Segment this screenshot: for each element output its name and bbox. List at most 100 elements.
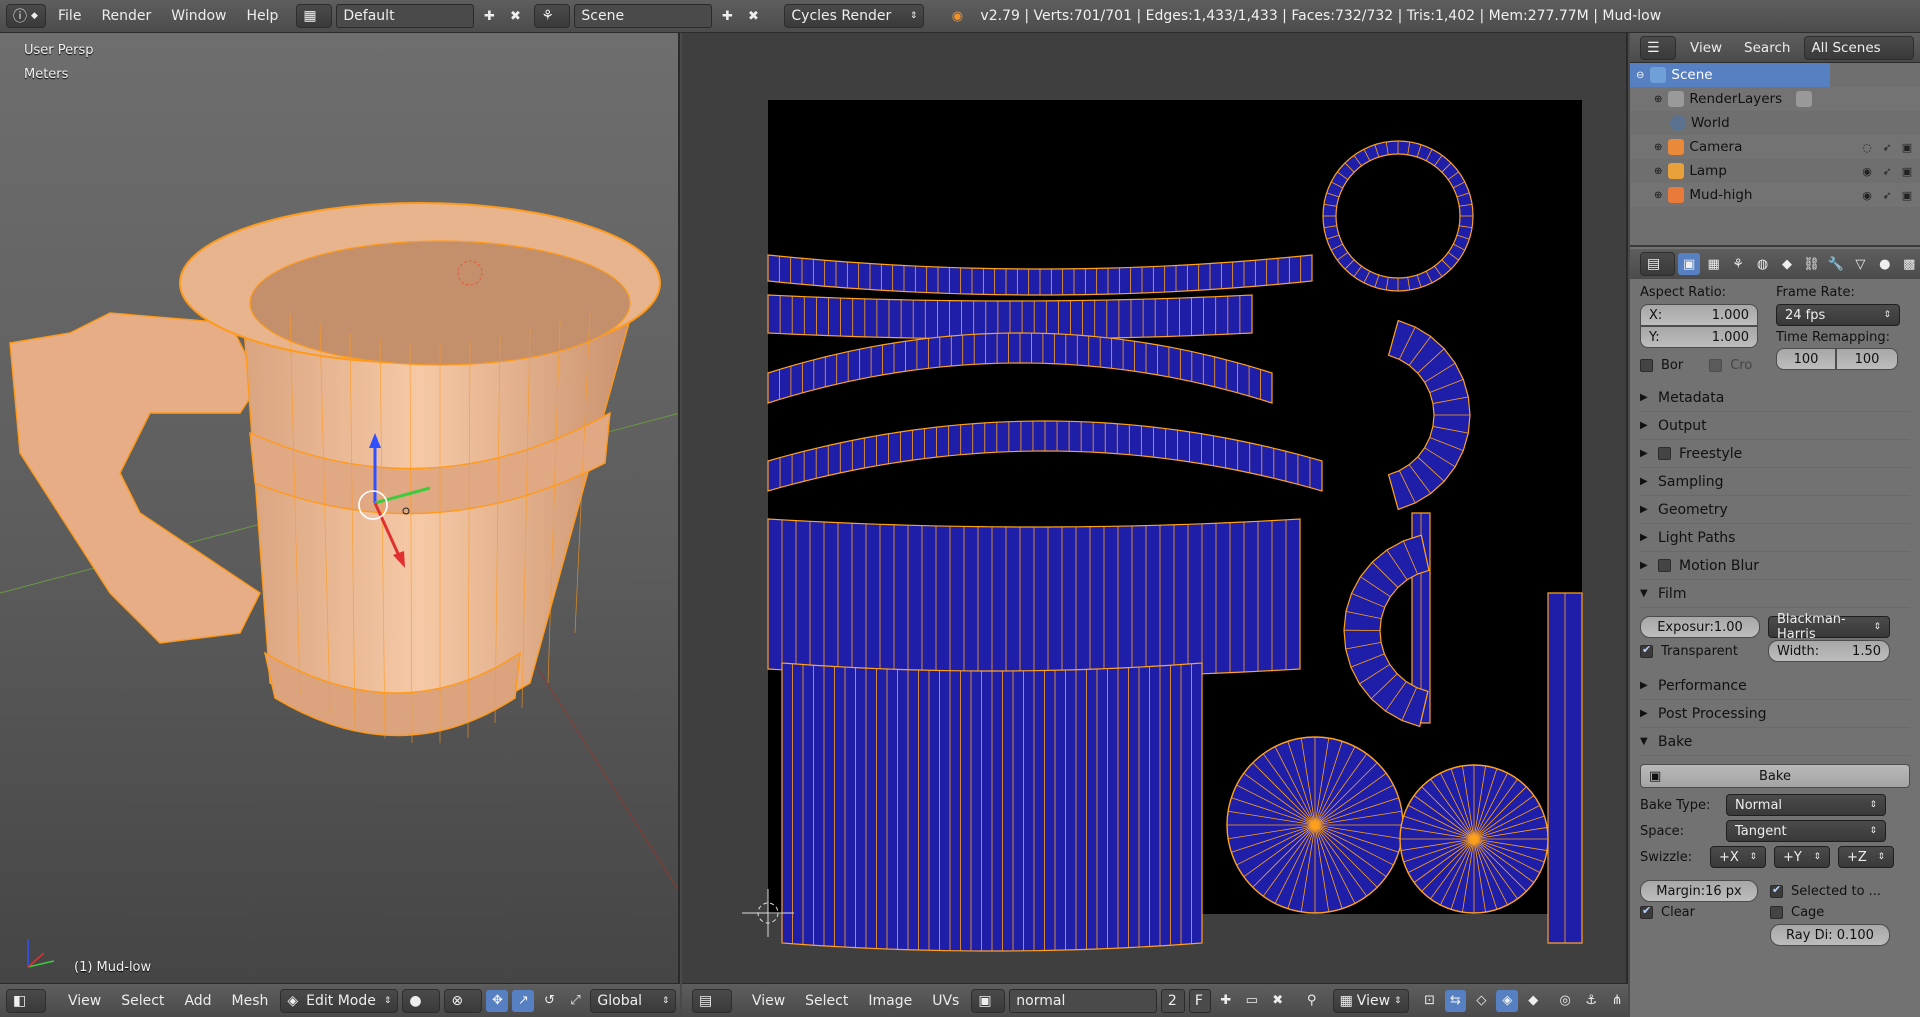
view-mode-dropdown[interactable]: ▦ View ⇕ — [1332, 988, 1409, 1013]
add-scene-icon[interactable]: ✚ — [716, 5, 738, 27]
menu-uvs[interactable]: UVs — [924, 989, 967, 1013]
menu-window[interactable]: Window — [163, 4, 234, 28]
open-image-icon[interactable]: ▭ — [1241, 990, 1263, 1012]
face-select-icon[interactable]: ◆ — [1522, 990, 1544, 1012]
swizzle-z-dropdown[interactable]: +Z ⇕ — [1838, 846, 1894, 868]
selected-to-active-checkbox[interactable] — [1770, 883, 1783, 898]
menu-file[interactable]: File — [50, 4, 89, 28]
uv-image-editor[interactable] — [682, 33, 1628, 983]
delete-scene-icon[interactable]: ✖ — [742, 5, 764, 27]
unlink-image-icon[interactable]: ✖ — [1267, 990, 1289, 1012]
uv-island-strip[interactable] — [767, 294, 1253, 340]
panel-post-processing[interactable]: ▶ Post Processing — [1640, 700, 1910, 728]
panel-metadata[interactable]: ▶ Metadata — [1640, 384, 1910, 412]
ray-distance-field[interactable]: Ray Di: 0.100 — [1770, 924, 1890, 946]
outliner-item-renderlayers[interactable]: ⊕ RenderLayers — [1630, 87, 1920, 111]
visibility-icon[interactable]: ◉ — [1860, 189, 1874, 202]
manipulator-move-icon[interactable]: ↗ — [512, 989, 535, 1012]
menu-select-3d[interactable]: Select — [113, 989, 172, 1013]
filter-width-field[interactable]: Width: 1.50 — [1768, 640, 1890, 662]
uv-island-body[interactable] — [767, 518, 1301, 678]
panel-film[interactable]: ▼ Film — [1640, 580, 1910, 608]
border-checkbox[interactable] — [1640, 358, 1653, 372]
uv-island-disc[interactable] — [1399, 764, 1549, 914]
transparent-checkbox[interactable] — [1640, 643, 1653, 658]
pixel-filter-dropdown[interactable]: Blackman-Harris ⇕ — [1768, 612, 1890, 642]
render-toggle-icon[interactable]: ▣ — [1900, 165, 1914, 178]
outliner-item-lamp[interactable]: ⊕ Lamp ◉ ➶ ▣ — [1630, 159, 1920, 183]
scene-name-field[interactable]: Scene — [574, 4, 713, 28]
edge-select-icon[interactable]: ◈ — [1496, 989, 1519, 1012]
menu-view-3d[interactable]: View — [60, 989, 109, 1013]
manipulator-translate-icon[interactable]: ✥ — [486, 989, 509, 1012]
modifiers-tab-icon[interactable]: 🔧 — [1825, 253, 1846, 275]
outliner[interactable]: ⊖ Scene ⊕ RenderLayers World ⊕ Camera ◌ ➶ ▣ ⊕… — [1630, 63, 1920, 247]
uv-island-ring[interactable] — [1322, 140, 1474, 292]
menu-image-uv[interactable]: Image — [860, 989, 920, 1013]
panel-freestyle[interactable]: ▶ Freestyle — [1640, 440, 1910, 468]
uv-island-column[interactable] — [1547, 592, 1583, 944]
shading-dropdown[interactable]: ● — [402, 988, 441, 1013]
visibility-icon[interactable]: ◉ — [1860, 165, 1874, 178]
world-tab-icon[interactable]: ◍ — [1752, 253, 1773, 275]
menu-search-outliner[interactable]: Search — [1736, 36, 1798, 60]
mug-mesh[interactable] — [0, 33, 680, 983]
data-tab-icon[interactable]: ▽ — [1850, 253, 1871, 275]
menu-view-uv[interactable]: View — [744, 989, 793, 1013]
panel-performance[interactable]: ▶ Performance — [1640, 672, 1910, 700]
swizzle-y-dropdown[interactable]: +Y ⇕ — [1774, 846, 1830, 868]
panel-light-paths[interactable]: ▶ Light Paths — [1640, 524, 1910, 552]
visibility-icon[interactable]: ◌ — [1860, 141, 1874, 154]
margin-field[interactable]: Margin:16 px — [1640, 880, 1758, 902]
aspect-x-field[interactable]: X: 1.000 — [1640, 304, 1758, 326]
bake-button[interactable]: ▣ Bake — [1640, 764, 1910, 788]
proportional-edit-icon[interactable]: ◎ — [1554, 990, 1576, 1012]
constraints-tab-icon[interactable]: ⛓ — [1801, 253, 1822, 275]
clear-checkbox[interactable] — [1640, 904, 1653, 919]
bake-type-dropdown[interactable]: Normal ⇕ — [1726, 794, 1886, 816]
layout-name-field[interactable]: Default — [336, 4, 475, 28]
object-tab-icon[interactable]: ◆ — [1776, 253, 1797, 275]
motion-blur-checkbox[interactable] — [1658, 559, 1671, 572]
properties-editor[interactable]: Aspect Ratio: X: 1.000 Y: 1.000 Frame Rate… — [1630, 279, 1920, 1017]
mode-dropdown[interactable]: ◈ Edit Mode ⇕ — [280, 988, 399, 1013]
uv-island-disc[interactable] — [1226, 736, 1404, 914]
menu-add-3d[interactable]: Add — [176, 989, 219, 1013]
editor-type-properties-button[interactable]: ▤ — [1640, 252, 1676, 276]
panel-geometry[interactable]: ▶ Geometry — [1640, 496, 1910, 524]
3d-viewport[interactable]: User Persp Meters (1) Mud-low — [0, 33, 680, 983]
uv-island-body[interactable] — [781, 662, 1203, 952]
render-engine-dropdown[interactable]: Cycles Render ⇕ — [784, 4, 925, 28]
select-arrow-icon[interactable]: ➶ — [1880, 165, 1894, 178]
outliner-item-world[interactable]: World — [1630, 111, 1920, 135]
scene-selector[interactable]: ⚘ — [534, 4, 571, 28]
display-mode-dropdown[interactable]: All Scenes — [1804, 35, 1915, 60]
texture-tab-icon[interactable]: ▩ — [1899, 253, 1920, 275]
frame-rate-dropdown[interactable]: 24 fps ⇕ — [1776, 304, 1900, 326]
time-new-field[interactable]: 100 — [1836, 348, 1898, 370]
new-image-icon[interactable]: ✚ — [1215, 990, 1237, 1012]
image-browse-button[interactable]: ▣ — [971, 988, 1006, 1013]
editor-type-3d-button[interactable]: ◧ — [6, 988, 46, 1013]
menu-view-outliner[interactable]: View — [1682, 36, 1730, 60]
select-arrow-icon[interactable]: ➶ — [1880, 189, 1894, 202]
snap-icon[interactable]: ⚓ — [1580, 990, 1602, 1012]
menu-render[interactable]: Render — [93, 4, 159, 28]
outliner-item-scene[interactable]: ⊖ Scene — [1630, 63, 1830, 87]
uv-layout[interactable] — [682, 33, 1628, 983]
pin-icon[interactable]: ⚲ — [1301, 990, 1323, 1012]
aspect-y-field[interactable]: Y: 1.000 — [1640, 326, 1758, 348]
menu-help[interactable]: Help — [238, 4, 286, 28]
panel-output[interactable]: ▶ Output — [1640, 412, 1910, 440]
outliner-item-camera[interactable]: ⊕ Camera ◌ ➶ ▣ — [1630, 135, 1920, 159]
freestyle-checkbox[interactable] — [1658, 447, 1671, 460]
editor-type-uv-button[interactable]: ▤ — [692, 988, 732, 1013]
menu-mesh-3d[interactable]: Mesh — [224, 989, 277, 1013]
panel-motion-blur[interactable]: ▶ Motion Blur — [1640, 552, 1910, 580]
editor-type-outliner-button[interactable]: ☰ — [1640, 35, 1676, 60]
time-old-field[interactable]: 100 — [1776, 348, 1836, 370]
image-name-field[interactable]: normal — [1009, 988, 1157, 1013]
layout-selector[interactable]: ▦ — [296, 4, 333, 28]
editor-type-info-button[interactable]: ⓘ ◆ — [6, 4, 46, 28]
render-layers-tab-icon[interactable]: ▦ — [1703, 253, 1724, 275]
